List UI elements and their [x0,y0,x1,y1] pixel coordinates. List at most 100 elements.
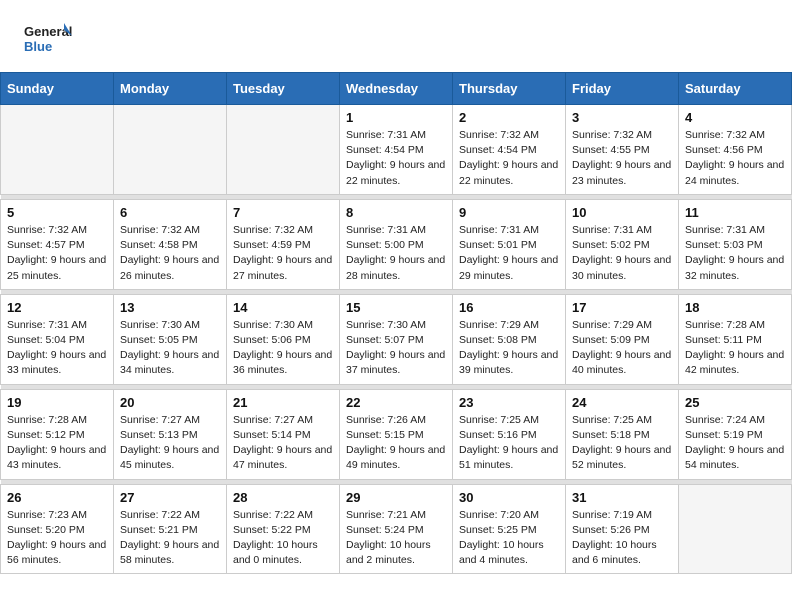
calendar-cell: 1 Sunrise: 7:31 AMSunset: 4:54 PMDaylight… [340,105,453,195]
calendar-cell: 5Sunrise: 7:32 AMSunset: 4:57 PMDaylight… [1,199,114,289]
day-number: 3 [572,110,672,125]
calendar-week-row: 12 Sunrise: 7:31 AMSunset: 5:04 PMDayligh… [1,294,792,384]
calendar-cell: 17 Sunrise: 7:29 AMSunset: 5:09 PMDayligh… [566,294,679,384]
day-info: Sunrise: 7:27 AMSunset: 5:13 PMDaylight:… [120,413,220,474]
day-info: Sunrise: 7:27 AMSunset: 5:14 PMDaylight:… [233,413,333,474]
day-info: Sunrise: 7:25 AMSunset: 5:18 PMDaylight:… [572,413,672,474]
calendar-week-row: 1 Sunrise: 7:31 AMSunset: 4:54 PMDaylight… [1,105,792,195]
calendar-cell: 29 Sunrise: 7:21 AMSunset: 5:24 PMDayligh… [340,484,453,574]
calendar-week-row: 26 Sunrise: 7:23 AMSunset: 5:20 PMDayligh… [1,484,792,574]
weekday-header-friday: Friday [566,73,679,105]
day-info: Sunrise: 7:29 AMSunset: 5:08 PMDaylight:… [459,318,559,379]
day-number: 30 [459,490,559,505]
day-info: Sunrise: 7:31 AMSunset: 5:01 PMDaylight:… [459,223,559,284]
day-number: 14 [233,300,333,315]
calendar-cell: 10 Sunrise: 7:31 AMSunset: 5:02 PMDayligh… [566,199,679,289]
day-info: Sunrise: 7:31 AMSunset: 5:03 PMDaylight:… [685,223,785,284]
svg-text:Blue: Blue [24,39,52,54]
logo: General Blue [24,18,72,62]
weekday-header-row: SundayMondayTuesdayWednesdayThursdayFrid… [1,73,792,105]
calendar-cell: 8Sunrise: 7:31 AMSunset: 5:00 PMDaylight… [340,199,453,289]
day-info: Sunrise: 7:22 AMSunset: 5:21 PMDaylight:… [120,508,220,569]
calendar-cell: 27 Sunrise: 7:22 AMSunset: 5:21 PMDayligh… [114,484,227,574]
calendar-cell: 6 Sunrise: 7:32 AMSunset: 4:58 PMDaylight… [114,199,227,289]
day-number: 27 [120,490,220,505]
day-info: Sunrise: 7:31 AMSunset: 5:02 PMDaylight:… [572,223,672,284]
calendar-cell: 30 Sunrise: 7:20 AMSunset: 5:25 PMDayligh… [453,484,566,574]
day-number: 13 [120,300,220,315]
day-info: Sunrise: 7:23 AMSunset: 5:20 PMDaylight:… [7,508,107,569]
day-number: 29 [346,490,446,505]
day-info: Sunrise: 7:30 AMSunset: 5:06 PMDaylight:… [233,318,333,379]
calendar-cell [227,105,340,195]
day-info: Sunrise: 7:32 AMSunset: 4:58 PMDaylight:… [120,223,220,284]
calendar-cell [679,484,792,574]
calendar-cell: 18 Sunrise: 7:28 AMSunset: 5:11 PMDayligh… [679,294,792,384]
day-number: 21 [233,395,333,410]
day-info: Sunrise: 7:32 AMSunset: 4:55 PMDaylight:… [572,128,672,189]
day-info: Sunrise: 7:28 AMSunset: 5:11 PMDaylight:… [685,318,785,379]
day-number: 31 [572,490,672,505]
day-number: 23 [459,395,559,410]
day-number: 25 [685,395,785,410]
calendar-cell: 28 Sunrise: 7:22 AMSunset: 5:22 PMDayligh… [227,484,340,574]
day-info: Sunrise: 7:31 AMSunset: 5:04 PMDaylight:… [7,318,107,379]
day-info: Sunrise: 7:28 AMSunset: 5:12 PMDaylight:… [7,413,107,474]
weekday-header-sunday: Sunday [1,73,114,105]
day-info: Sunrise: 7:25 AMSunset: 5:16 PMDaylight:… [459,413,559,474]
day-info: Sunrise: 7:30 AMSunset: 5:07 PMDaylight:… [346,318,446,379]
calendar-cell: 4 Sunrise: 7:32 AMSunset: 4:56 PMDaylight… [679,105,792,195]
day-info: Sunrise: 7:22 AMSunset: 5:22 PMDaylight:… [233,508,333,569]
page-header: General Blue [0,0,792,72]
day-number: 22 [346,395,446,410]
calendar-cell: 23 Sunrise: 7:25 AMSunset: 5:16 PMDayligh… [453,389,566,479]
day-number: 10 [572,205,672,220]
calendar-cell: 11Sunrise: 7:31 AMSunset: 5:03 PMDayligh… [679,199,792,289]
calendar-cell: 13 Sunrise: 7:30 AMSunset: 5:05 PMDayligh… [114,294,227,384]
calendar-cell: 12 Sunrise: 7:31 AMSunset: 5:04 PMDayligh… [1,294,114,384]
calendar-cell: 21 Sunrise: 7:27 AMSunset: 5:14 PMDayligh… [227,389,340,479]
day-number: 18 [685,300,785,315]
day-info: Sunrise: 7:30 AMSunset: 5:05 PMDaylight:… [120,318,220,379]
day-info: Sunrise: 7:29 AMSunset: 5:09 PMDaylight:… [572,318,672,379]
day-number: 6 [120,205,220,220]
day-info: Sunrise: 7:32 AMSunset: 4:54 PMDaylight:… [459,128,559,189]
day-number: 7 [233,205,333,220]
calendar-cell: 26 Sunrise: 7:23 AMSunset: 5:20 PMDayligh… [1,484,114,574]
day-info: Sunrise: 7:31 AMSunset: 4:54 PMDaylight:… [346,128,446,189]
day-number: 15 [346,300,446,315]
day-number: 8 [346,205,446,220]
calendar-cell: 3 Sunrise: 7:32 AMSunset: 4:55 PMDaylight… [566,105,679,195]
day-number: 20 [120,395,220,410]
day-number: 17 [572,300,672,315]
day-info: Sunrise: 7:32 AMSunset: 4:57 PMDaylight:… [7,223,107,284]
calendar-cell: 25 Sunrise: 7:24 AMSunset: 5:19 PMDayligh… [679,389,792,479]
day-number: 2 [459,110,559,125]
weekday-header-saturday: Saturday [679,73,792,105]
day-info: Sunrise: 7:24 AMSunset: 5:19 PMDaylight:… [685,413,785,474]
day-number: 26 [7,490,107,505]
logo-svg: General Blue [24,18,72,62]
day-info: Sunrise: 7:21 AMSunset: 5:24 PMDaylight:… [346,508,446,569]
calendar-cell: 16Sunrise: 7:29 AMSunset: 5:08 PMDayligh… [453,294,566,384]
day-number: 9 [459,205,559,220]
calendar-cell: 2 Sunrise: 7:32 AMSunset: 4:54 PMDaylight… [453,105,566,195]
calendar-cell: 7Sunrise: 7:32 AMSunset: 4:59 PMDaylight… [227,199,340,289]
day-number: 12 [7,300,107,315]
day-number: 1 [346,110,446,125]
calendar-table: SundayMondayTuesdayWednesdayThursdayFrid… [0,72,792,574]
weekday-header-tuesday: Tuesday [227,73,340,105]
day-info: Sunrise: 7:32 AMSunset: 4:56 PMDaylight:… [685,128,785,189]
calendar-week-row: 5Sunrise: 7:32 AMSunset: 4:57 PMDaylight… [1,199,792,289]
day-info: Sunrise: 7:20 AMSunset: 5:25 PMDaylight:… [459,508,559,569]
calendar-cell: 15 Sunrise: 7:30 AMSunset: 5:07 PMDayligh… [340,294,453,384]
weekday-header-monday: Monday [114,73,227,105]
calendar-cell: 9 Sunrise: 7:31 AMSunset: 5:01 PMDaylight… [453,199,566,289]
calendar-cell: 20 Sunrise: 7:27 AMSunset: 5:13 PMDayligh… [114,389,227,479]
day-number: 28 [233,490,333,505]
calendar-week-row: 19Sunrise: 7:28 AMSunset: 5:12 PMDayligh… [1,389,792,479]
calendar-cell: 31Sunrise: 7:19 AMSunset: 5:26 PMDayligh… [566,484,679,574]
calendar-cell: 19Sunrise: 7:28 AMSunset: 5:12 PMDayligh… [1,389,114,479]
day-number: 4 [685,110,785,125]
day-info: Sunrise: 7:26 AMSunset: 5:15 PMDaylight:… [346,413,446,474]
